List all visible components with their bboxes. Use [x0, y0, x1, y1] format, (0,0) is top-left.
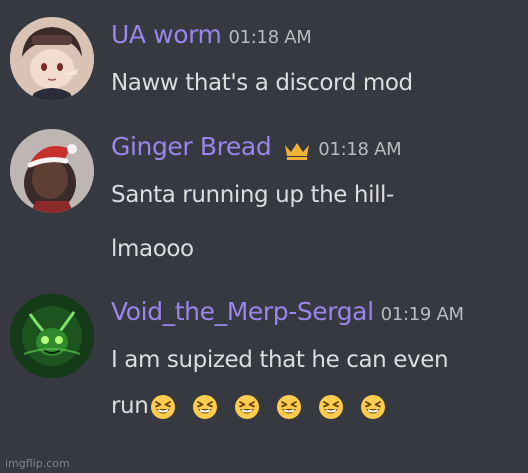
green-creature-avatar	[10, 294, 94, 378]
laughing-squint-emoji	[234, 394, 260, 420]
message-text: run	[111, 393, 149, 419]
user-avatar[interactable]	[10, 129, 94, 213]
message-header: UA worm 01:18 AM	[111, 20, 312, 49]
emoji-row	[148, 394, 402, 420]
username[interactable]: Void_the_Merp-Sergal	[111, 297, 374, 326]
message-text: Naww that's a discord mod	[111, 70, 413, 96]
message-text: lmaooo	[111, 236, 194, 262]
message-text-with-emoji: run	[111, 393, 402, 420]
message-text: I am supized that he can even	[111, 347, 449, 373]
laughing-squint-emoji	[150, 394, 176, 420]
laughing-squint-emoji	[276, 394, 302, 420]
timestamp: 01:19 AM	[380, 304, 464, 325]
laughing-squint-emoji	[192, 394, 218, 420]
username[interactable]: UA worm	[111, 20, 222, 49]
anime-boy-avatar	[10, 17, 94, 101]
laughing-squint-emoji	[360, 394, 386, 420]
message-header: Ginger Bread 01:18 AM	[111, 132, 402, 161]
santa-hat-avatar	[10, 129, 94, 213]
crown-icon	[283, 141, 311, 161]
watermark: imgflip.com	[5, 457, 70, 470]
timestamp: 01:18 AM	[318, 139, 402, 160]
user-avatar[interactable]	[10, 294, 94, 378]
username[interactable]: Ginger Bread	[111, 132, 272, 161]
chat-messages: UA worm 01:18 AM Naww that's a discord m…	[0, 0, 528, 473]
laughing-squint-emoji	[318, 394, 344, 420]
timestamp: 01:18 AM	[228, 27, 312, 48]
message-header: Void_the_Merp-Sergal 01:19 AM	[111, 297, 464, 326]
message-text: Santa running up the hill-	[111, 182, 394, 208]
user-avatar[interactable]	[10, 17, 94, 101]
